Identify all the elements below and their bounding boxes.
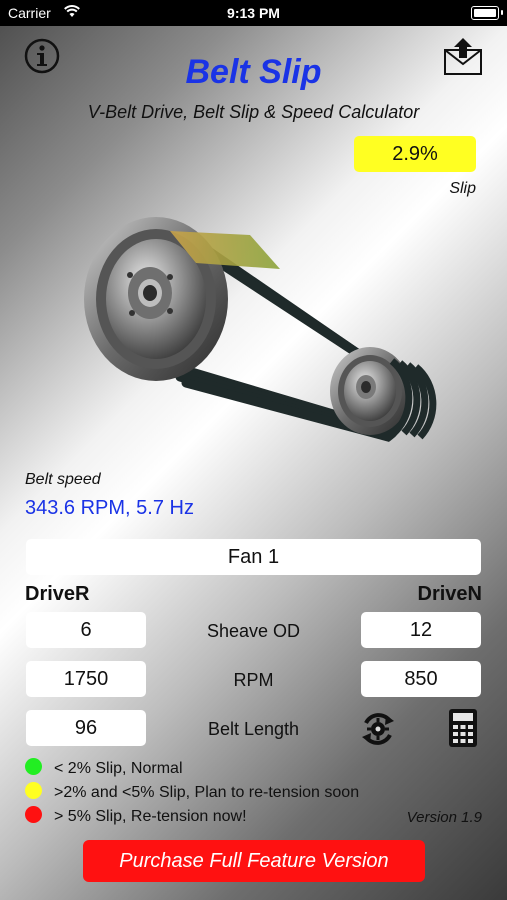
legend-critical-text: > 5% Slip, Re-tension now! (54, 808, 247, 825)
driver-sheave-od-field[interactable]: 6 (26, 612, 146, 648)
green-dot-icon (25, 758, 42, 776)
driven-sheave-od-field[interactable]: 12 (361, 612, 481, 648)
belt-drive-illustration (84, 217, 437, 442)
belt-length-label: Belt Length (207, 719, 300, 739)
legend-warning-text: >2% and <5% Slip, Plan to re-tension soo… (54, 784, 360, 801)
clock: 9:13 PM (227, 5, 280, 21)
driver-column-label: DriveR (25, 583, 90, 605)
reset-gear-icon[interactable] (358, 709, 398, 749)
legend-warning: >2% and <5% Slip, Plan to re-tension soo… (25, 782, 360, 802)
app-title: Belt Slip (185, 53, 322, 91)
slip-value-display: 2.9% (354, 136, 476, 172)
status-bar: Carrier 9:13 PM (0, 0, 507, 26)
battery-icon (471, 6, 503, 20)
rpm-label: RPM (233, 670, 274, 690)
belt-speed-label: Belt speed (25, 471, 101, 488)
version-label: Version 1.9 (406, 809, 482, 826)
driven-column-label: DriveN (417, 583, 482, 605)
legend-normal: < 2% Slip, Normal (25, 758, 183, 778)
driven-rpm-field[interactable]: 850 (361, 661, 481, 697)
purchase-full-version-button[interactable]: Purchase Full Feature Version (83, 840, 425, 882)
yellow-dot-icon (25, 782, 42, 800)
legend-normal-text: < 2% Slip, Normal (54, 760, 183, 777)
drive-name-field[interactable]: Fan 1 (26, 539, 481, 575)
belt-speed-value: 343.6 RPM, 5.7 Hz (25, 497, 194, 519)
sheave-od-label: Sheave OD (206, 621, 301, 641)
red-dot-icon (25, 806, 42, 824)
slip-label: Slip (449, 180, 476, 197)
calculator-icon[interactable] (448, 708, 478, 748)
legend-critical: > 5% Slip, Re-tension now! (25, 806, 247, 826)
driver-rpm-field[interactable]: 1750 (26, 661, 146, 697)
app-subtitle: V-Belt Drive, Belt Slip & Speed Calculat… (87, 102, 420, 122)
belt-length-field[interactable]: 96 (26, 710, 146, 746)
